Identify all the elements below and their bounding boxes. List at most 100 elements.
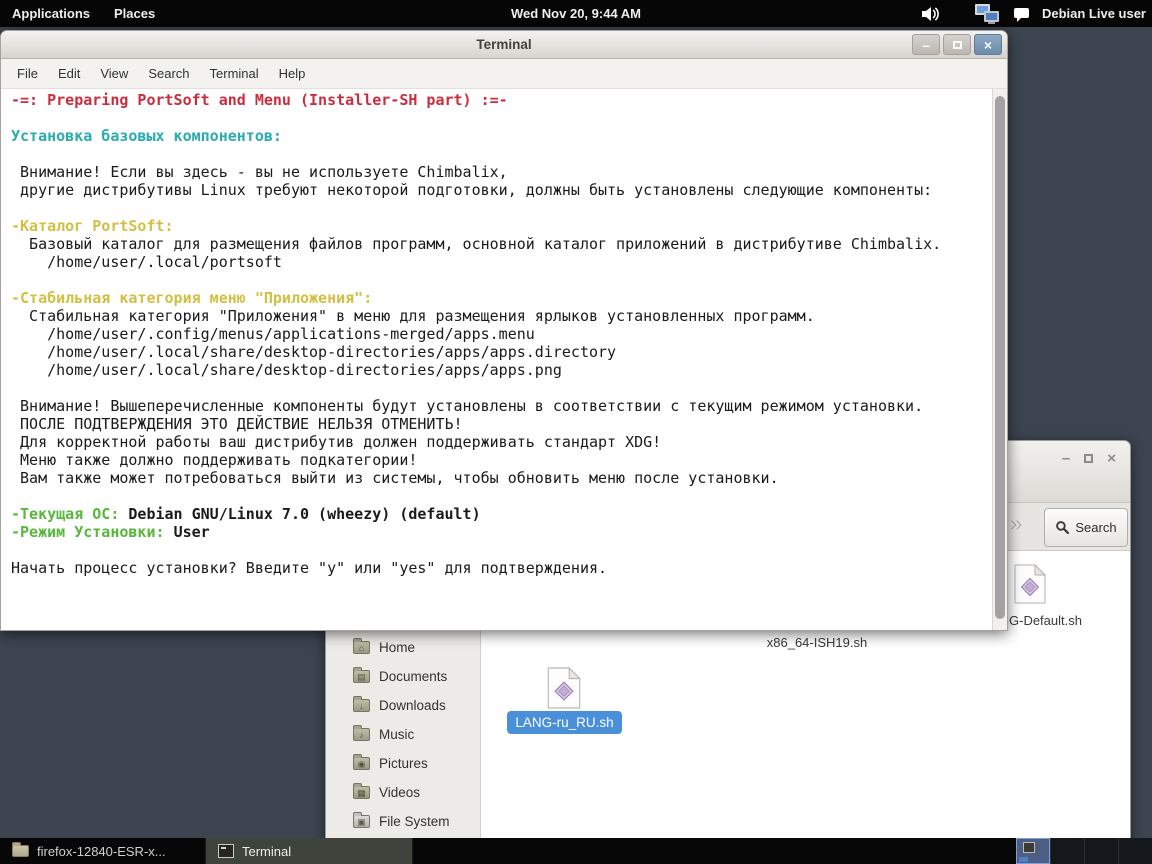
terminal-line: Базовый каталог для размещения файлов пр… (11, 235, 942, 253)
top-panel: Applications Places Wed Nov 20, 9:44 AM D… (0, 0, 1152, 27)
terminal-title: Terminal (476, 37, 532, 52)
sidebar-item-label: Home (379, 640, 416, 655)
script-file-icon-lang[interactable] (546, 667, 582, 709)
sidebar-item-label: Videos (379, 785, 421, 800)
sidebar-item-music[interactable]: ♪ Music (326, 720, 480, 749)
fm-close-button[interactable]: × (1107, 451, 1116, 467)
terminal-line: ПОСЛЕ ПОДТВЕРЖДЕНИЯ ЭТО ДЕЙСТВИЕ НЕЛЬЗЯ … (11, 415, 463, 433)
search-icon (1056, 521, 1070, 535)
terminal-output[interactable]: -=: Preparing PortSoft and Menu (Install… (1, 89, 992, 630)
terminal-line: Вам также может потребоваться выйти из с… (11, 469, 779, 487)
user-chat-icon[interactable] (1013, 6, 1030, 22)
script-file-icon-default[interactable] (1013, 564, 1047, 604)
taskbar-button-terminal[interactable]: Terminal (205, 838, 413, 864)
file-label-x86-64-ish19[interactable]: x86_64-ISH19.sh (747, 635, 887, 650)
terminal-titlebar[interactable]: Terminal – × (1, 31, 1007, 59)
taskbar-button-label: Terminal (242, 843, 292, 859)
terminal-menu-view[interactable]: View (90, 66, 138, 81)
terminal-line: -Текущая ОС: Debian GNU/Linux 7.0 (wheez… (11, 505, 481, 523)
terminal-line: Внимание! Вышеперечисленные компоненты б… (11, 397, 924, 415)
terminal-close-button[interactable]: × (974, 34, 1002, 55)
folder-icon: ⌂ (353, 638, 370, 654)
sidebar-item-label: Downloads (379, 698, 446, 713)
terminal-window[interactable]: Terminal – × File Edit View Search Terminal H… (0, 30, 1008, 631)
terminal-menu-help[interactable]: Help (269, 66, 316, 81)
workspace-window-thumbnail-small (1019, 857, 1028, 862)
file-label-default-sh[interactable]: G-Default.sh (1009, 613, 1082, 628)
workspace-window-thumbnail (1023, 842, 1035, 853)
maximize-icon (952, 40, 962, 49)
clock[interactable]: Wed Nov 20, 9:44 AM (511, 6, 641, 21)
terminal-line: Меню также должно поддерживать подкатего… (11, 451, 418, 469)
network-icon[interactable] (974, 3, 1001, 24)
terminal-scrollbar-thumb[interactable] (995, 96, 1005, 619)
terminal-menu-file[interactable]: File (7, 66, 48, 81)
folder-icon: ◉ (353, 754, 370, 770)
panel-menu-applications[interactable]: Applications (12, 6, 90, 21)
volume-icon[interactable] (920, 5, 942, 23)
folder-icon (12, 842, 29, 857)
sidebar-item-downloads[interactable]: ↓ Downloads (326, 691, 480, 720)
sidebar-item-label: Pictures (379, 756, 428, 771)
terminal-menu-search[interactable]: Search (138, 66, 199, 81)
file-label-lang-ru-selected[interactable]: LANG-ru_RU.sh (507, 711, 622, 734)
sidebar-item-file-system[interactable]: ▣ File System (326, 807, 480, 836)
terminal-line: -=: Preparing PortSoft and Menu (Install… (11, 91, 508, 109)
terminal-icon (218, 844, 234, 858)
sidebar-item-label: Music (379, 727, 415, 742)
terminal-minimize-button[interactable]: – (912, 34, 940, 55)
terminal-line: Внимание! Если вы здесь - вы не использу… (11, 163, 508, 181)
terminal-line: Установка базовых компонентов: (11, 127, 282, 145)
search-button[interactable]: Search (1044, 508, 1128, 547)
taskbar-button-label: firefox-12840-ESR-x... (37, 843, 166, 859)
sidebar-item-pictures[interactable]: ◉ Pictures (326, 749, 480, 778)
terminal-scrollbar[interactable] (992, 89, 1007, 630)
toolbar-overflow-chevron-icon[interactable]: » (1010, 511, 1022, 537)
panel-menu-places[interactable]: Places (114, 6, 155, 21)
maximize-icon (1084, 454, 1094, 463)
terminal-line: другие дистрибутивы Linux требуют некото… (11, 181, 933, 199)
terminal-line: Начать процесс установки? Введите "y" ил… (11, 559, 608, 577)
terminal-menu-edit[interactable]: Edit (48, 66, 90, 81)
fm-minimize-button[interactable]: – (1062, 451, 1070, 467)
terminal-maximize-button[interactable] (943, 34, 971, 55)
folder-icon: ▦ (353, 783, 370, 799)
terminal-line: -Режим Установки: User (11, 523, 210, 541)
workspace-2[interactable] (1050, 838, 1084, 864)
taskbar: firefox-12840-ESR-x... Terminal (0, 838, 1152, 864)
terminal-line: /home/user/.config/menus/applications-me… (11, 325, 535, 343)
search-button-label: Search (1075, 520, 1117, 535)
session-user-label[interactable]: Debian Live user (1042, 6, 1146, 21)
workspace-1[interactable] (1016, 838, 1050, 864)
terminal-line: /home/user/.local/share/desktop-director… (11, 361, 562, 379)
sidebar-item-home[interactable]: ⌂ Home (326, 633, 480, 662)
sidebar-item-documents[interactable]: ▤ Documents (326, 662, 480, 691)
workspace-3[interactable] (1084, 838, 1118, 864)
desktop: – × » Search ⌂ Home ▤ Documents ↓ Downloads ♪ M… (0, 0, 1152, 864)
terminal-line: -Стабильная категория меню "Приложения": (11, 289, 373, 307)
terminal-line: Стабильная категория "Приложения" в меню… (11, 307, 815, 325)
sidebar-item-label: Documents (379, 669, 448, 684)
workspace-4[interactable] (1118, 838, 1152, 864)
terminal-menu-terminal[interactable]: Terminal (200, 66, 269, 81)
taskbar-button-firefox-12840-esr-x-[interactable]: firefox-12840-ESR-x... (0, 838, 205, 864)
terminal-line: -Каталог PortSoft: (11, 217, 174, 235)
terminal-line: /home/user/.local/portsoft (11, 253, 282, 271)
terminal-menubar: File Edit View Search Terminal Help (1, 59, 1007, 89)
drive-icon: ▣ (353, 812, 370, 828)
folder-icon: ▤ (353, 667, 370, 683)
terminal-line: /home/user/.local/share/desktop-director… (11, 343, 617, 361)
terminal-line: Для корректной работы ваш дистрибутив до… (11, 433, 662, 451)
sidebar-item-videos[interactable]: ▦ Videos (326, 778, 480, 807)
workspace-switcher[interactable] (1016, 838, 1152, 864)
fm-maximize-button[interactable] (1084, 451, 1094, 467)
sidebar-item-label: File System (379, 814, 450, 829)
folder-icon: ♪ (353, 725, 370, 741)
